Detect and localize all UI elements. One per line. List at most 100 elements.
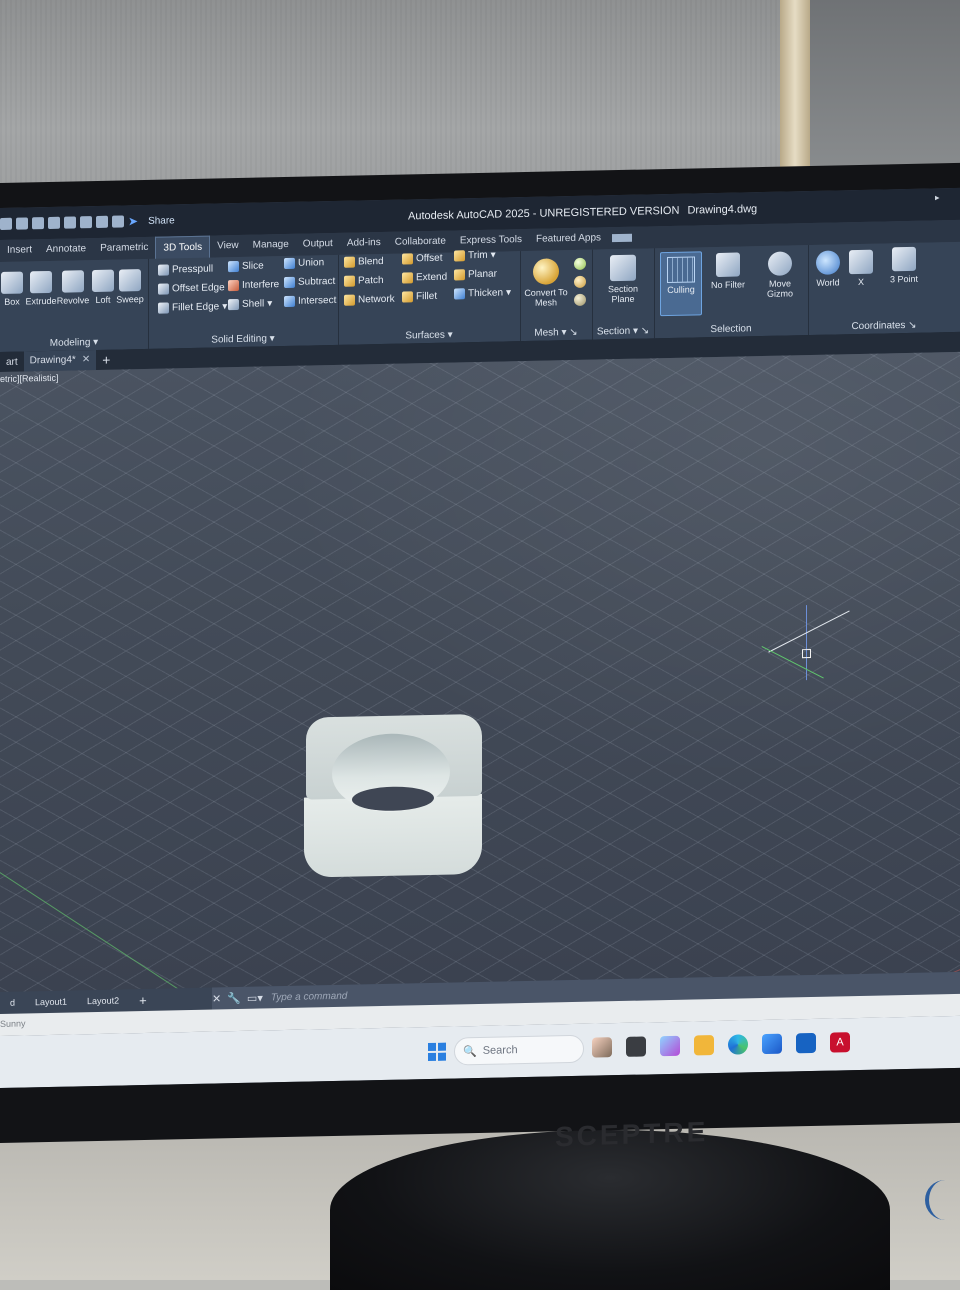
tab-view[interactable]: View: [210, 235, 246, 258]
interfere-icon: [228, 279, 239, 292]
mesh-refine-icon[interactable]: [574, 275, 586, 288]
edge-browser-icon[interactable]: [728, 1034, 748, 1055]
sweep-button[interactable]: Sweep: [112, 269, 148, 305]
share-icon[interactable]: ➤: [128, 214, 138, 228]
convert-to-mesh-button[interactable]: Convert To Mesh: [524, 258, 568, 308]
mesh-smooth-icon[interactable]: [574, 257, 586, 270]
widgets-icon[interactable]: [592, 1037, 612, 1058]
move-gizmo-button[interactable]: Move Gizmo: [758, 251, 802, 299]
subtract-button[interactable]: Subtract: [284, 276, 335, 289]
panel-coordinates: World X 3 Point Coordinates ↘: [808, 242, 960, 335]
shell-button[interactable]: Shell ▾: [228, 298, 272, 311]
tab-collaborate[interactable]: Collaborate: [388, 231, 453, 254]
offset-edge-button[interactable]: Offset Edge: [158, 282, 225, 295]
panel-modeling: Box Extrude Revolve Loft Sweep Modeling …: [0, 258, 149, 352]
revolve-icon: [62, 270, 84, 293]
thicken-icon: [454, 288, 465, 300]
tab-annotate[interactable]: Annotate: [39, 238, 93, 261]
search-icon: 🔍: [463, 1045, 477, 1058]
no-filter-button[interactable]: No Filter: [706, 252, 750, 290]
drawing-viewport[interactable]: etric][Realistic] Z Y X: [0, 351, 960, 992]
file-tab-drawing4[interactable]: Drawing4* ✕: [23, 349, 97, 372]
close-command-icon[interactable]: ✕: [212, 992, 221, 1005]
shell-icon: [228, 298, 239, 311]
copilot-icon[interactable]: [660, 1035, 680, 1057]
loft-icon: [92, 269, 114, 293]
redo-icon[interactable]: [112, 215, 124, 228]
save-icon[interactable]: [32, 217, 44, 230]
ucs-x-button[interactable]: X: [844, 249, 878, 288]
tab-model[interactable]: d: [0, 997, 25, 1008]
microsoft-store-icon[interactable]: [762, 1033, 782, 1055]
close-tab-icon[interactable]: ✕: [82, 354, 90, 365]
task-view-icon[interactable]: [626, 1036, 646, 1057]
ribbon-display-toggle-icon[interactable]: [612, 233, 633, 243]
file-tab-start[interactable]: art: [0, 356, 24, 367]
file-explorer-icon[interactable]: [694, 1035, 714, 1056]
taskbar-search[interactable]: 🔍 Search: [454, 1034, 584, 1066]
fillet-button[interactable]: Fillet: [402, 291, 437, 303]
fillet-edge-button[interactable]: Fillet Edge ▾: [158, 301, 227, 314]
undo-icon[interactable]: [96, 215, 108, 228]
viewport-controls[interactable]: etric][Realistic]: [0, 373, 59, 384]
panel-title-section[interactable]: Section ▾ ↘: [592, 325, 654, 337]
panel-title-modeling[interactable]: Modeling ▾: [0, 336, 148, 350]
new-icon[interactable]: [0, 217, 12, 230]
command-prompt-icon[interactable]: ▭▾: [247, 991, 263, 1004]
blend-button[interactable]: Blend: [344, 256, 384, 268]
tab-parametric[interactable]: Parametric: [93, 237, 155, 260]
intersect-button[interactable]: Intersect: [284, 295, 336, 308]
extrude-button[interactable]: Extrude: [23, 270, 59, 307]
tab-add-ins[interactable]: Add-ins: [340, 232, 388, 255]
windows-start-icon[interactable]: [428, 1042, 446, 1062]
presspull-icon: [158, 264, 169, 276]
save-as-icon[interactable]: [48, 216, 60, 229]
section-plane-button[interactable]: Section Plane: [600, 254, 646, 304]
planar-button[interactable]: Planar: [454, 269, 497, 281]
mesh-crease-icon[interactable]: [574, 293, 586, 306]
window-control-icon[interactable]: ▸: [935, 192, 940, 203]
open-icon[interactable]: [16, 217, 28, 230]
culling-button[interactable]: Culling: [660, 251, 702, 317]
panel-title-mesh[interactable]: Mesh ▾ ↘: [520, 327, 592, 340]
outlook-icon[interactable]: [796, 1032, 816, 1054]
panel-surfaces: Blend Patch Network Offset Extend Fillet…: [338, 250, 521, 345]
plot-icon[interactable]: [64, 216, 76, 229]
fillet-icon: [402, 291, 413, 303]
world-ucs-icon: [816, 250, 840, 275]
thicken-button[interactable]: Thicken ▾: [454, 287, 511, 300]
extend-button[interactable]: Extend: [402, 272, 447, 284]
print-icon[interactable]: [80, 216, 92, 229]
slice-button[interactable]: Slice: [228, 260, 264, 273]
box-icon: [1, 271, 23, 294]
new-tab-icon[interactable]: +: [96, 352, 116, 368]
autocad-app-icon[interactable]: A: [830, 1032, 850, 1053]
panel-title-coordinates[interactable]: Coordinates ↘: [808, 319, 960, 333]
fillet-edge-icon: [158, 302, 169, 314]
tab-layout1[interactable]: Layout1: [25, 996, 77, 1008]
trim-button[interactable]: Trim ▾: [454, 250, 496, 262]
patch-button[interactable]: Patch: [344, 275, 384, 287]
tab-insert[interactable]: Insert: [0, 239, 39, 262]
add-layout-icon[interactable]: +: [129, 992, 157, 1008]
panel-section: Section Plane Section ▾ ↘: [592, 248, 655, 340]
x-axis-ucs-icon: [849, 249, 873, 275]
tab-output[interactable]: Output: [296, 233, 340, 256]
network-button[interactable]: Network: [344, 294, 395, 306]
tab-layout2[interactable]: Layout2: [77, 995, 129, 1007]
viewport-grid: [0, 351, 960, 992]
tab-3d-tools[interactable]: 3D Tools: [155, 235, 211, 260]
presspull-button[interactable]: Presspull: [158, 264, 213, 276]
document-name: Drawing4.dwg: [687, 203, 758, 217]
cubicle-panel: [810, 0, 960, 180]
offset-button[interactable]: Offset: [402, 253, 443, 265]
ucs-3-point-button[interactable]: 3 Point: [884, 246, 924, 285]
customize-wrench-icon[interactable]: 🔧: [227, 991, 241, 1004]
union-button[interactable]: Union: [284, 257, 324, 270]
tab-featured-apps[interactable]: Featured Apps: [529, 227, 608, 251]
interfere-button[interactable]: Interfere: [228, 279, 279, 292]
app-title: Autodesk AutoCAD 2025 - UNREGISTERED VER…: [408, 203, 757, 222]
tab-manage[interactable]: Manage: [246, 234, 296, 257]
ucs-world-button[interactable]: World: [810, 250, 846, 288]
share-button[interactable]: Share: [148, 215, 175, 227]
